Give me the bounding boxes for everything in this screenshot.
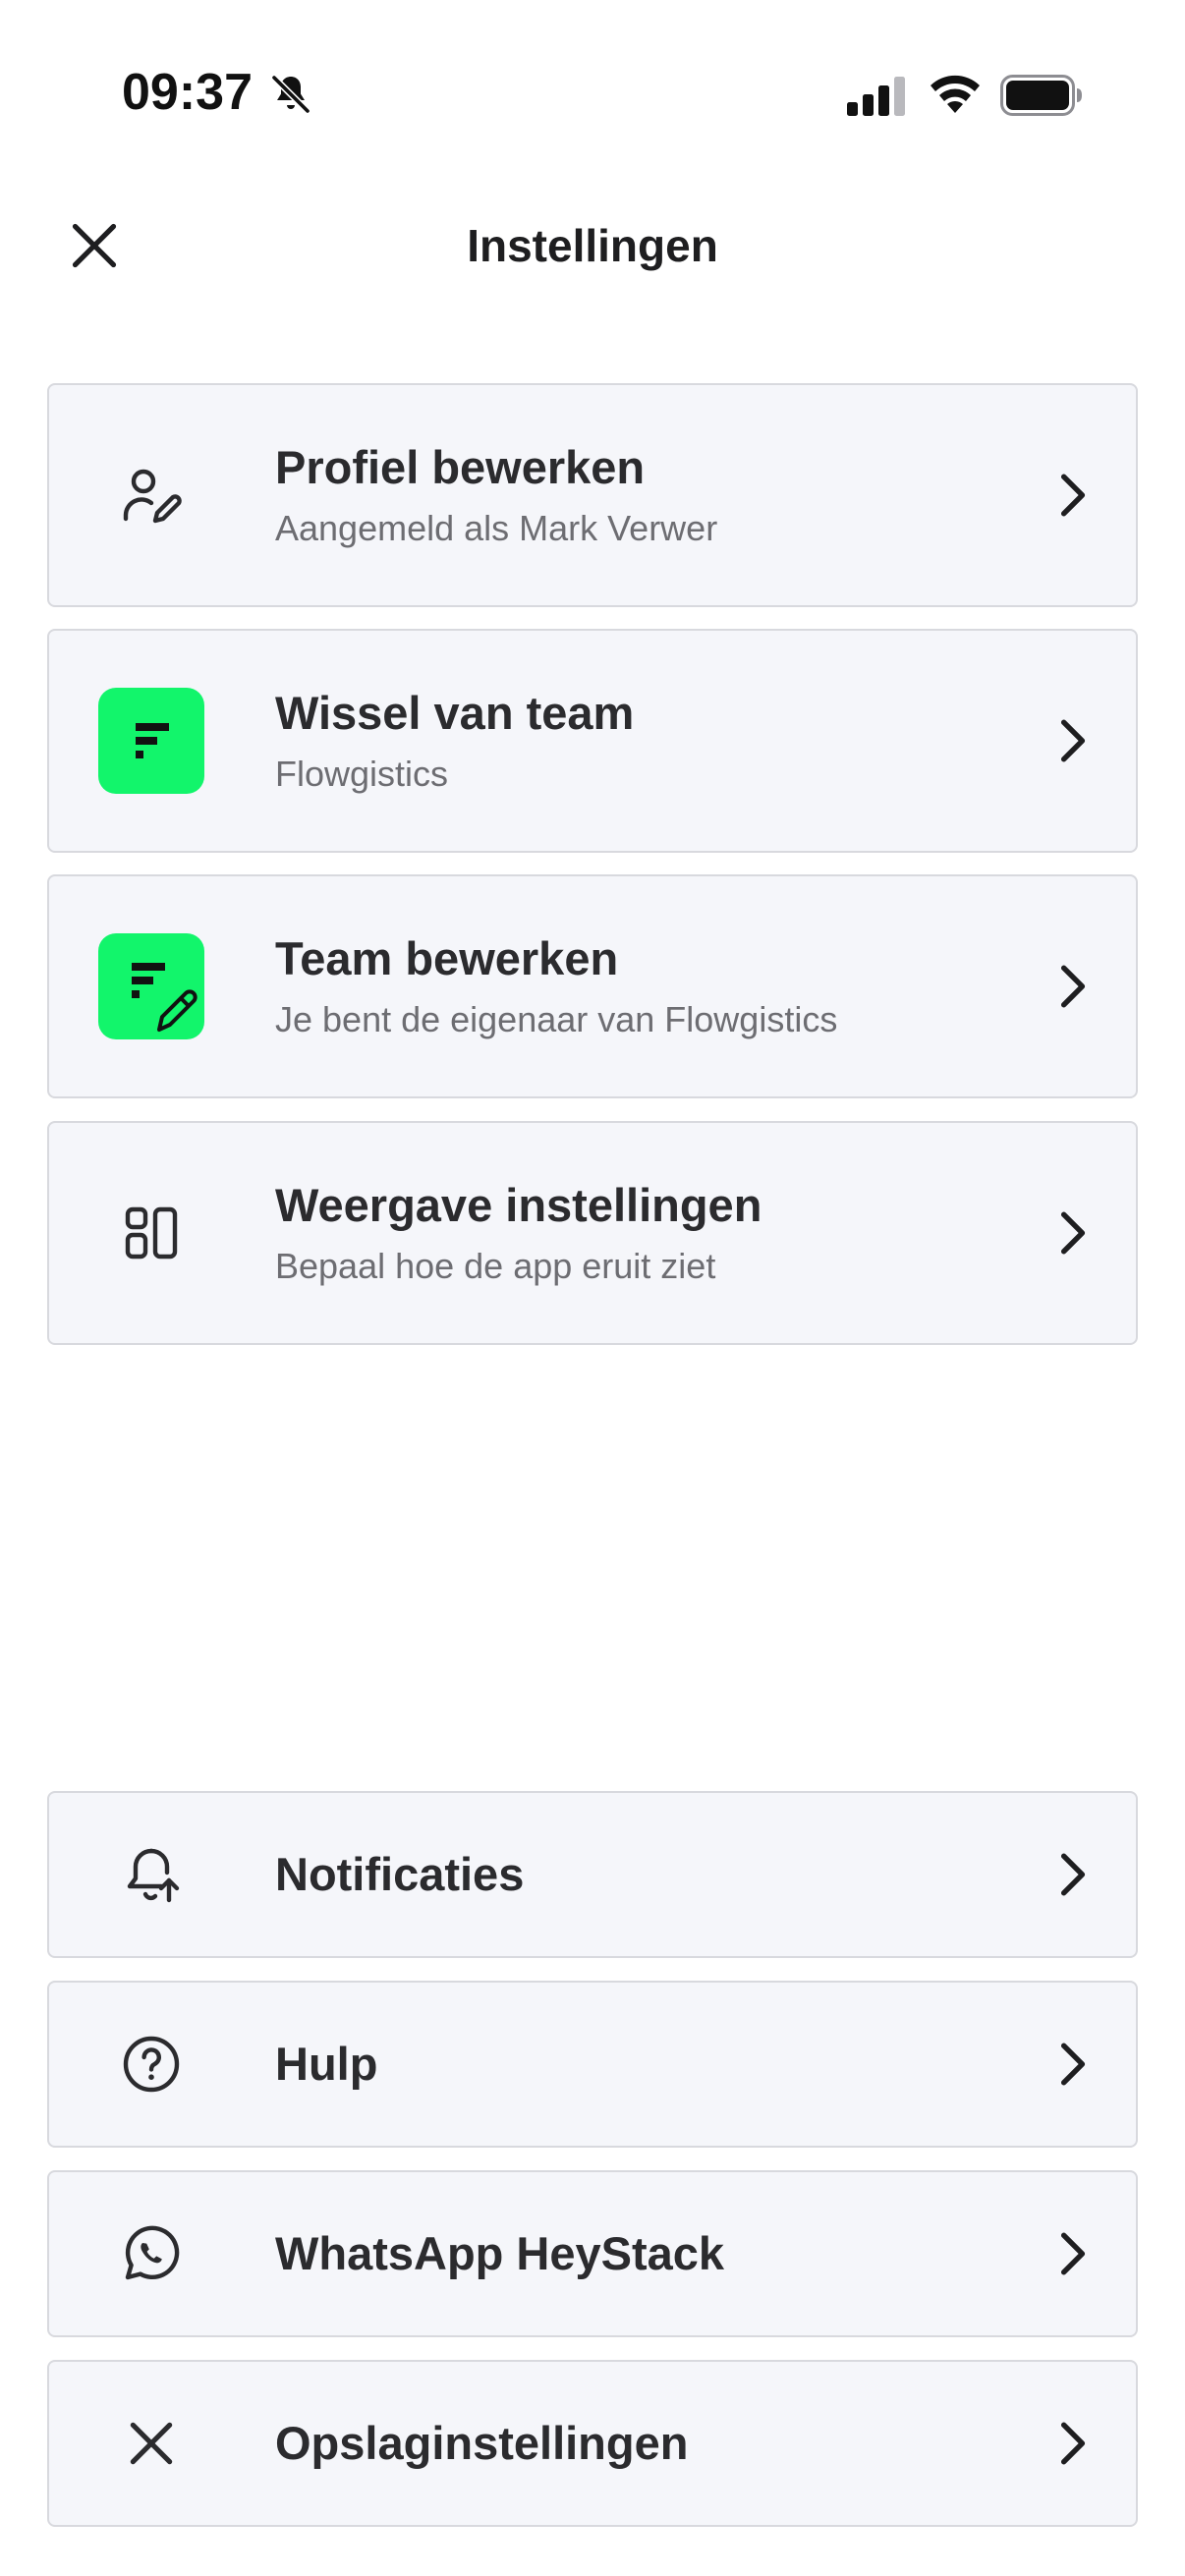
- chevron-right-icon: [1060, 1853, 1086, 1896]
- chevron-right-icon: [1060, 474, 1086, 517]
- chevron-right-icon: [1060, 965, 1086, 1008]
- chevron-right-icon: [1060, 2043, 1086, 2086]
- notifications-title: Notificaties: [275, 1848, 525, 1900]
- profile-edit-row[interactable]: Profiel bewerken Aangemeld als Mark Verw…: [47, 383, 1138, 607]
- switch-team-subtitle: Flowgistics: [275, 754, 449, 794]
- help-icon: [98, 2011, 204, 2117]
- team-edit-icon: [98, 933, 204, 1039]
- storage-settings-title: Opslaginstellingen: [275, 2417, 689, 2469]
- switch-team-title: Wissel van team: [275, 687, 635, 739]
- status-time: 09:37: [122, 64, 253, 121]
- display-settings-row[interactable]: Weergave instellingen Bepaal hoe de app …: [47, 1121, 1138, 1345]
- profile-edit-title: Profiel bewerken: [275, 441, 646, 493]
- switch-team-row[interactable]: Wissel van team Flowgistics: [47, 629, 1138, 853]
- user-edit-icon: [98, 442, 204, 548]
- profile-edit-subtitle: Aangemeld als Mark Verwer: [275, 508, 718, 548]
- close-icon: [98, 2390, 204, 2496]
- battery-icon: [1000, 75, 1082, 116]
- display-settings-title: Weergave instellingen: [275, 1179, 762, 1231]
- bell-slash-icon: [271, 75, 310, 114]
- display-settings-subtitle: Bepaal hoe de app eruit ziet: [275, 1246, 716, 1286]
- team-edit-row[interactable]: Team bewerken Je bent de eigenaar van Fl…: [47, 874, 1138, 1098]
- page-title: Instellingen: [467, 220, 718, 271]
- storage-settings-row[interactable]: Opslaginstellingen: [47, 2360, 1138, 2527]
- team-edit-subtitle: Je bent de eigenaar van Flowgistics: [275, 999, 838, 1039]
- wifi-icon: [931, 75, 980, 113]
- whatsapp-title: WhatsApp HeyStack: [275, 2227, 725, 2279]
- whatsapp-row[interactable]: WhatsApp HeyStack: [47, 2170, 1138, 2337]
- help-row[interactable]: Hulp: [47, 1981, 1138, 2148]
- close-button[interactable]: [55, 206, 134, 285]
- close-icon: [72, 223, 117, 268]
- chevron-right-icon: [1060, 2422, 1086, 2465]
- bell-icon: [98, 1821, 204, 1928]
- chevron-right-icon: [1060, 1211, 1086, 1255]
- whatsapp-icon: [98, 2201, 204, 2307]
- help-title: Hulp: [275, 2038, 378, 2090]
- team-edit-title: Team bewerken: [275, 932, 619, 984]
- status-bar: 09:37: [0, 0, 1185, 147]
- notifications-row[interactable]: Notificaties: [47, 1791, 1138, 1958]
- layout-icon: [98, 1180, 204, 1286]
- team-logo-icon: [98, 688, 204, 794]
- chevron-right-icon: [1060, 2232, 1086, 2275]
- chevron-right-icon: [1060, 719, 1086, 762]
- navigation-header: Instellingen: [0, 187, 1185, 305]
- cellular-signal-icon: [847, 77, 905, 116]
